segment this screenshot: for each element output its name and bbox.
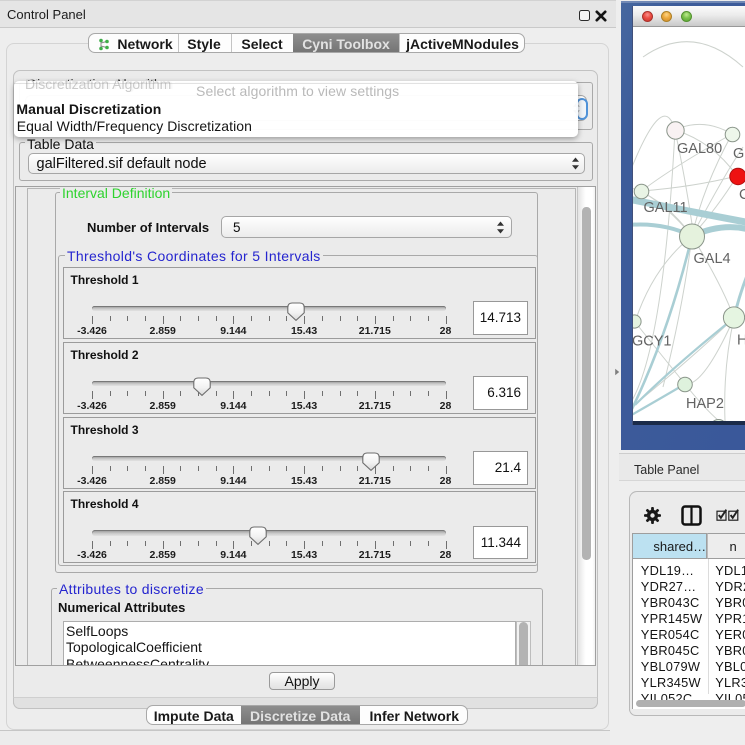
svg-text:G: G [733,146,744,162]
svg-text:GAL11: GAL11 [643,200,687,216]
svg-text:C: C [739,187,745,203]
svg-text:GAL4: GAL4 [693,251,730,267]
svg-text:H: H [737,332,745,348]
svg-text:HAP2: HAP2 [686,396,724,412]
svg-text:GAL80: GAL80 [677,141,722,157]
svg-text:GCY1: GCY1 [633,333,672,349]
